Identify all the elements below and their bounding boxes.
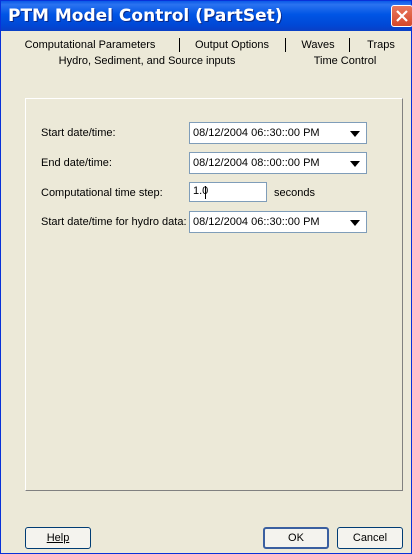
tab-hydro-sediment-source[interactable]: Hydro, Sediment, and Source inputs	[49, 53, 245, 69]
dialog-window: PTM Model Control (PartSet) Computationa…	[0, 0, 412, 554]
title-bar[interactable]: PTM Model Control (PartSet)	[1, 1, 412, 31]
ok-button[interactable]: OK	[263, 527, 329, 549]
chevron-down-icon[interactable]	[348, 217, 362, 229]
timestep-input[interactable]: 1.0	[189, 182, 267, 202]
tab-computational-parameters[interactable]: Computational Parameters	[9, 37, 171, 53]
timestep-units: seconds	[274, 187, 315, 199]
close-icon	[396, 10, 408, 22]
close-button[interactable]	[391, 5, 412, 27]
tab-time-control[interactable]: Time Control	[305, 53, 385, 69]
start-datetime-label: Start date/time:	[41, 127, 116, 139]
tab-waves[interactable]: Waves	[295, 37, 341, 53]
ok-button-label: OK	[288, 532, 304, 544]
help-button[interactable]: Help	[25, 527, 91, 549]
end-datetime-value: 08/12/2004 08::00::00 PM	[193, 157, 320, 169]
tab-separator	[179, 38, 180, 52]
timestep-value: 1.0	[193, 185, 209, 197]
cancel-button-label: Cancel	[352, 532, 388, 544]
start-datetime-combo[interactable]: 08/12/2004 06::30::00 PM	[189, 122, 367, 144]
tab-traps[interactable]: Traps	[359, 37, 403, 53]
end-datetime-combo[interactable]: 08/12/2004 08::00::00 PM	[189, 152, 367, 174]
window-title: PTM Model Control (PartSet)	[8, 6, 283, 26]
text-caret	[205, 186, 206, 199]
start-datetime-value: 08/12/2004 06::30::00 PM	[193, 127, 320, 139]
cancel-button[interactable]: Cancel	[337, 527, 403, 549]
chevron-down-icon[interactable]	[348, 128, 362, 140]
timestep-label: Computational time step:	[41, 187, 163, 199]
end-datetime-label: End date/time:	[41, 157, 112, 169]
hydro-start-label: Start date/time for hydro data:	[41, 216, 187, 228]
hydro-start-value: 08/12/2004 06::30::00 PM	[193, 216, 320, 228]
tab-separator	[349, 38, 350, 52]
tab-separator	[285, 38, 286, 52]
chevron-down-icon[interactable]	[348, 158, 362, 170]
help-button-label: Help	[46, 532, 70, 544]
tab-output-options[interactable]: Output Options	[189, 37, 275, 53]
hydro-start-combo[interactable]: 08/12/2004 06::30::00 PM	[189, 211, 367, 233]
